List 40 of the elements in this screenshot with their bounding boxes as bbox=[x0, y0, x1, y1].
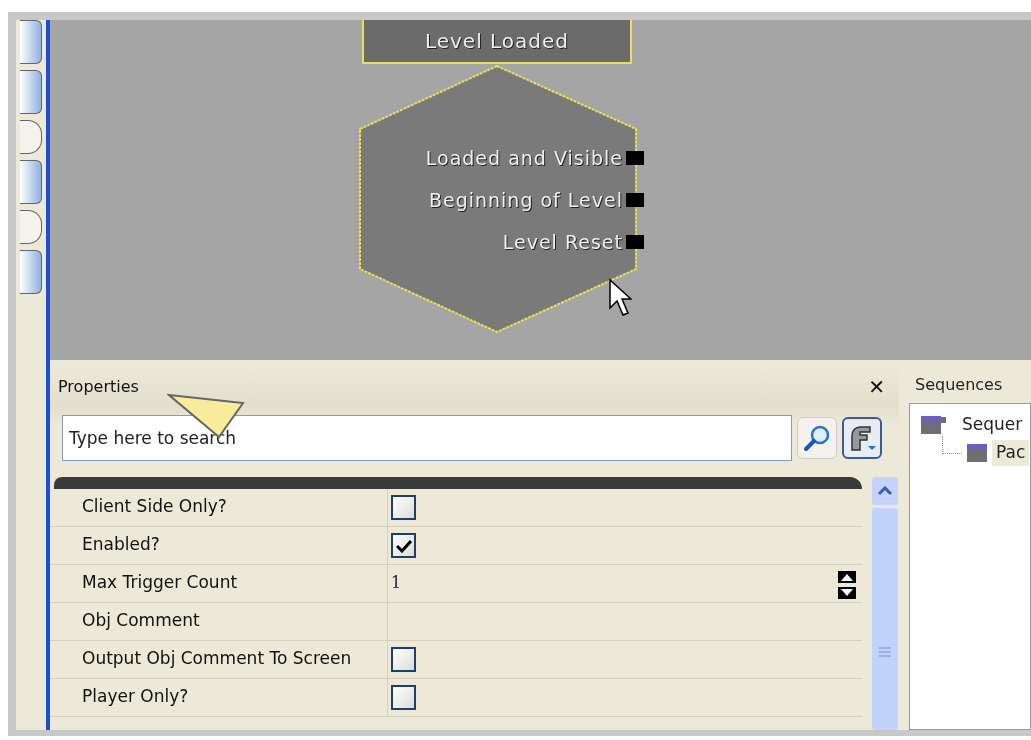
output-label: Beginning of Level bbox=[428, 188, 623, 213]
sequence-icon bbox=[966, 441, 988, 464]
mouse-cursor-icon bbox=[608, 278, 632, 318]
sequence-icon bbox=[920, 414, 948, 436]
graph-canvas[interactable]: Level Loaded Loaded and Visible Beginning of Level Level Reset bbox=[50, 20, 1031, 360]
spinner-control[interactable] bbox=[838, 571, 856, 599]
toolbar-button[interactable] bbox=[20, 160, 42, 204]
toolbar-button[interactable] bbox=[20, 20, 42, 64]
tree-item[interactable]: Pac bbox=[992, 440, 1030, 466]
search-field[interactable]: Type here to search bbox=[62, 415, 792, 461]
chevron-up-icon bbox=[878, 486, 892, 496]
property-label: Output Obj Comment To Screen bbox=[50, 641, 388, 678]
scroll-up-button[interactable] bbox=[872, 477, 898, 505]
node-title: Level Loaded bbox=[362, 20, 632, 64]
options-button[interactable] bbox=[842, 417, 882, 459]
search-button[interactable] bbox=[797, 417, 837, 459]
grip-icon bbox=[879, 646, 891, 660]
property-label: Obj Comment bbox=[50, 603, 388, 640]
check-icon bbox=[395, 538, 412, 553]
property-label: Player Only? bbox=[50, 679, 388, 716]
tree-item[interactable]: Sequer bbox=[958, 412, 1027, 438]
toolbar-button[interactable] bbox=[20, 70, 42, 114]
checkbox[interactable] bbox=[391, 533, 416, 558]
toolbar-button[interactable] bbox=[20, 210, 42, 244]
property-label: Enabled? bbox=[50, 527, 388, 564]
search-icon bbox=[802, 423, 832, 453]
checkbox[interactable] bbox=[391, 495, 416, 520]
checkbox[interactable] bbox=[391, 647, 416, 672]
toolbar-button[interactable] bbox=[20, 250, 42, 294]
scrollbar-thumb[interactable] bbox=[872, 508, 898, 730]
property-label: Max Trigger Count bbox=[50, 565, 388, 602]
panel-title: Properties bbox=[58, 376, 139, 398]
toolbar-button[interactable] bbox=[20, 120, 42, 154]
panel-title: Sequences bbox=[914, 374, 1004, 396]
output-label: Loaded and Visible bbox=[425, 146, 623, 171]
output-label: Level Reset bbox=[502, 230, 623, 255]
property-value[interactable]: 1 bbox=[391, 565, 402, 595]
close-button[interactable]: ✕ bbox=[862, 377, 891, 397]
property-label: Client Side Only? bbox=[50, 489, 388, 526]
checkbox[interactable] bbox=[391, 685, 416, 710]
